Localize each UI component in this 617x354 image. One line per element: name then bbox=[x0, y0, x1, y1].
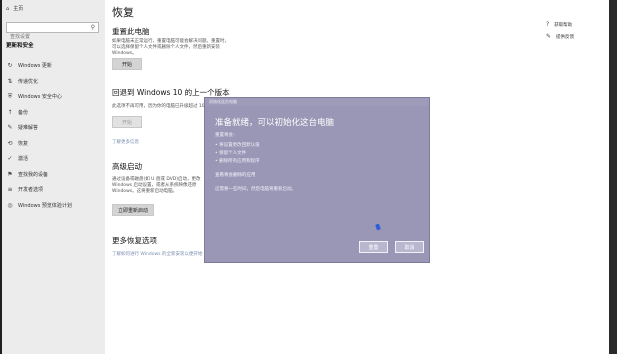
locate-icon: ⚑ bbox=[7, 170, 13, 178]
check-circle-icon: ✓ bbox=[7, 155, 13, 163]
feedback-icon: ✎ bbox=[546, 33, 552, 40]
wrench-icon: ✎ bbox=[7, 124, 13, 132]
advanced-startup-description: 通过设备或磁盘(如 U 盘或 DVD)启动，更改 Windows 启动设置，或者… bbox=[112, 177, 201, 194]
reset-start-button[interactable]: 开始 bbox=[112, 58, 142, 70]
developer-icon: ≡ bbox=[7, 186, 13, 194]
dialog-bullet-list: • 将设置更改回默认值 • 保留个人文件 • 删除所有应用和程序 bbox=[215, 142, 260, 166]
home-icon: ⌂ bbox=[6, 5, 10, 12]
dialog-bullet: • 保留个人文件 bbox=[215, 151, 247, 156]
give-feedback-link[interactable]: ✎ 提供反馈 bbox=[546, 33, 574, 40]
sidebar-item-backup[interactable]: ↑ 备份 bbox=[6, 105, 101, 121]
backup-icon: ↑ bbox=[7, 108, 13, 116]
dialog-bullet: • 将设置更改回默认值 bbox=[215, 143, 260, 148]
delivery-icon: ⇅ bbox=[7, 77, 13, 85]
sidebar-item-find-device[interactable]: ⚑ 查找我的设备 bbox=[6, 167, 101, 183]
recovery-icon: ⟲ bbox=[7, 139, 13, 147]
sync-icon: ↻ bbox=[7, 62, 13, 70]
insider-icon: ◎ bbox=[7, 201, 13, 209]
sidebar-item-delivery[interactable]: ⇅ 传递优化 bbox=[6, 74, 101, 90]
shield-icon: ⛨ bbox=[7, 92, 13, 100]
sidebar-item-developer[interactable]: ≡ 开发者选项 bbox=[6, 182, 101, 198]
window-edge-right bbox=[609, 0, 617, 354]
reset-heading: 重置此电脑 bbox=[112, 27, 150, 36]
help-icon: ? bbox=[546, 21, 550, 28]
reset-pc-dialog: 初始化这台电脑 准备就绪，可以初始化这台电脑 重置将会： • 将设置更改回默认值… bbox=[204, 97, 430, 263]
sidebar: ⌂ 主页 ⚲ 更新和安全 ↻Windows 更新 ⇅传递优化 ⛨Windows … bbox=[2, 0, 105, 354]
sidebar-home[interactable]: ⌂ 主页 bbox=[6, 5, 24, 13]
clean-install-link[interactable]: 了解如何进行 Windows 的全新安装以便开始 bbox=[112, 251, 204, 257]
sidebar-home-label: 主页 bbox=[13, 6, 24, 12]
sidebar-item-troubleshoot[interactable]: ✎ 疑难解答 bbox=[6, 120, 101, 136]
sidebar-list: ↻ Windows 更新 ⇅ 传递优化 ⛨ Windows 安全中心 ↑ 备份 ✎ 疑难解… bbox=[6, 58, 101, 213]
more-recovery-heading: 更多恢复选项 bbox=[112, 236, 157, 245]
restart-now-button[interactable]: 立即重新启动 bbox=[112, 204, 154, 216]
advanced-startup-heading: 高级启动 bbox=[112, 162, 142, 171]
sidebar-section-title: 更新和安全 bbox=[6, 43, 34, 49]
dialog-note: 这需要一些时间，然后电脑将重新启动。 bbox=[215, 187, 296, 192]
dialog-cancel-button[interactable]: 取消 bbox=[395, 241, 424, 253]
reset-description: 如果电脑未正常运行，重置电脑可能会解决问题。重置时，可以选择保留个人文件或删除个… bbox=[112, 39, 229, 56]
dialog-reset-button[interactable]: 重置 bbox=[359, 241, 388, 253]
dialog-bullet: • 删除所有应用和程序 bbox=[215, 159, 260, 164]
sidebar-item-windows-update[interactable]: ↻ Windows 更新 bbox=[6, 58, 101, 74]
dialog-heading: 准备就绪，可以初始化这台电脑 bbox=[215, 118, 335, 128]
dialog-titlebar-text: 初始化这台电脑 bbox=[209, 99, 237, 104]
sidebar-item-insider[interactable]: ◎ Windows 预览体验计划 bbox=[6, 198, 101, 214]
search-box[interactable]: ⚲ bbox=[6, 22, 99, 42]
sidebar-item-security[interactable]: ⛨ Windows 安全中心 bbox=[6, 89, 101, 105]
page-title: 恢复 bbox=[112, 6, 134, 19]
get-help-link[interactable]: ? 获取帮助 bbox=[546, 21, 572, 28]
dialog-titlebar[interactable]: 初始化这台电脑 bbox=[205, 98, 429, 106]
rollback-learn-more-link[interactable]: 了解更多信息 bbox=[112, 139, 139, 145]
search-icon[interactable]: ⚲ bbox=[91, 24, 95, 31]
rollback-start-button[interactable]: 开始 bbox=[112, 116, 142, 128]
dialog-subtitle: 重置将会： bbox=[215, 133, 238, 138]
sidebar-item-activation[interactable]: ✓ 激活 bbox=[6, 151, 101, 167]
sidebar-item-recovery[interactable]: ⟲ 恢复 bbox=[6, 136, 101, 152]
view-removed-apps-link[interactable]: 查看将会删除的应用 bbox=[215, 172, 256, 178]
